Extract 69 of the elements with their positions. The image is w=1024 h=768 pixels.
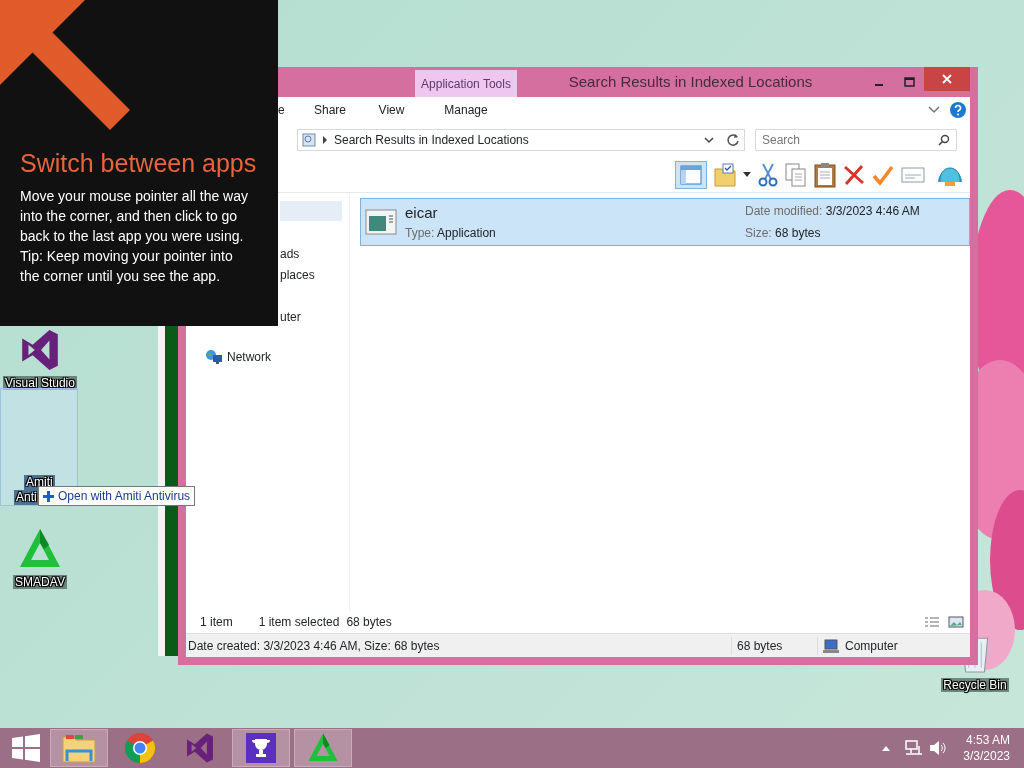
triangle-logo-icon [307,732,339,764]
tip-text: Move your mouse pointer all the way into the corner, and then click to go back to the last app you were using. [20,187,249,246]
nav-item-highlight [280,201,342,221]
ribbon-tab[interactable]: e [274,97,310,123]
file-item[interactable]: eicar Type: Application Date modified: 3/3/2023 4:46 AM Size: 68 bytes [360,198,970,246]
ribbon-tab[interactable]: View [368,97,415,123]
tip-title: Switch between apps [20,148,258,178]
nav-item[interactable]: uter [280,308,301,326]
folder-icon [62,733,96,763]
file-type: Type: Application [405,224,497,242]
computer-icon [823,638,839,653]
item-count: 1 item [200,614,233,631]
network-icon[interactable] [905,740,924,756]
date-modified: Date modified: 3/3/2023 4:46 AM [745,203,921,220]
help-icon[interactable] [950,102,966,118]
selection-size: 68 bytes [346,614,392,631]
volume-icon[interactable] [929,740,948,756]
search-box[interactable]: Search [755,129,957,151]
clipboard-icon[interactable] [814,161,836,188]
expand-ribbon-icon[interactable] [928,106,940,114]
icon-label[interactable]: SMADAV [13,575,67,589]
chevron-up-icon[interactable] [881,744,892,752]
scissors-icon[interactable] [758,162,778,187]
tip-text: Tip: Keep moving your pointer into the corner until you see the app. [20,247,234,286]
taskbar-button[interactable] [232,729,290,767]
folder-check-icon[interactable] [714,162,736,187]
visual-studio-icon [184,732,216,764]
minimize-icon [874,83,884,87]
refresh-icon[interactable] [726,133,740,147]
context-tab-group: Application Tools [415,70,517,97]
chrome-icon [124,732,156,764]
arrow-icon [0,0,132,132]
selection-count: 1 item selected [258,614,340,631]
icon-label[interactable]: Recycle Bin [941,678,1009,692]
nav-item[interactable]: Network [227,348,271,366]
file-name: eicar [405,202,439,222]
thumbnail-view-icon[interactable] [948,616,964,628]
network-globe-icon [205,349,223,365]
details-view-icon[interactable] [924,616,940,628]
clock-time[interactable]: 4:53 AM [963,732,1010,748]
chevron-right-icon [322,136,328,144]
icon-label: Anti [14,490,39,505]
preview-pane-icon[interactable] [675,160,707,189]
nav-item[interactable]: places [280,266,315,284]
search-icon [938,134,950,146]
details-location: Computer [845,637,898,655]
trophy-icon [246,733,276,763]
caret-icon[interactable] [743,171,751,178]
clock-date[interactable]: 3/3/2023 [963,748,1010,764]
checkmark-icon[interactable] [872,163,894,186]
nav-item[interactable]: ads [280,245,300,263]
icon-label[interactable]: Visual Studio [3,376,77,390]
window-title: Search Results in Indexed Locations [567,72,814,92]
address-bar[interactable]: Search Results in Indexed Locations [297,129,745,151]
ribbon-tab[interactable]: Share [310,97,368,123]
windows-logo-icon [12,734,40,762]
drop-tooltip: Open with Amiti Antivirus [38,486,196,506]
ribbon-tab[interactable]: Manage [415,97,517,123]
dropdown-icon[interactable] [704,136,714,144]
plus-icon [43,490,54,502]
details-summary: Date created: 3/3/2023 4:46 AM, Size: 68 bytes [187,637,441,655]
close-icon [942,74,952,84]
application-icon [365,208,397,236]
details-size: 68 bytes [731,636,817,655]
search-folder-icon [302,133,316,147]
close-button[interactable] [924,67,970,91]
delete-icon[interactable] [843,163,865,186]
file-size: Size: 68 bytes [745,225,822,242]
maximize-icon [903,77,915,87]
